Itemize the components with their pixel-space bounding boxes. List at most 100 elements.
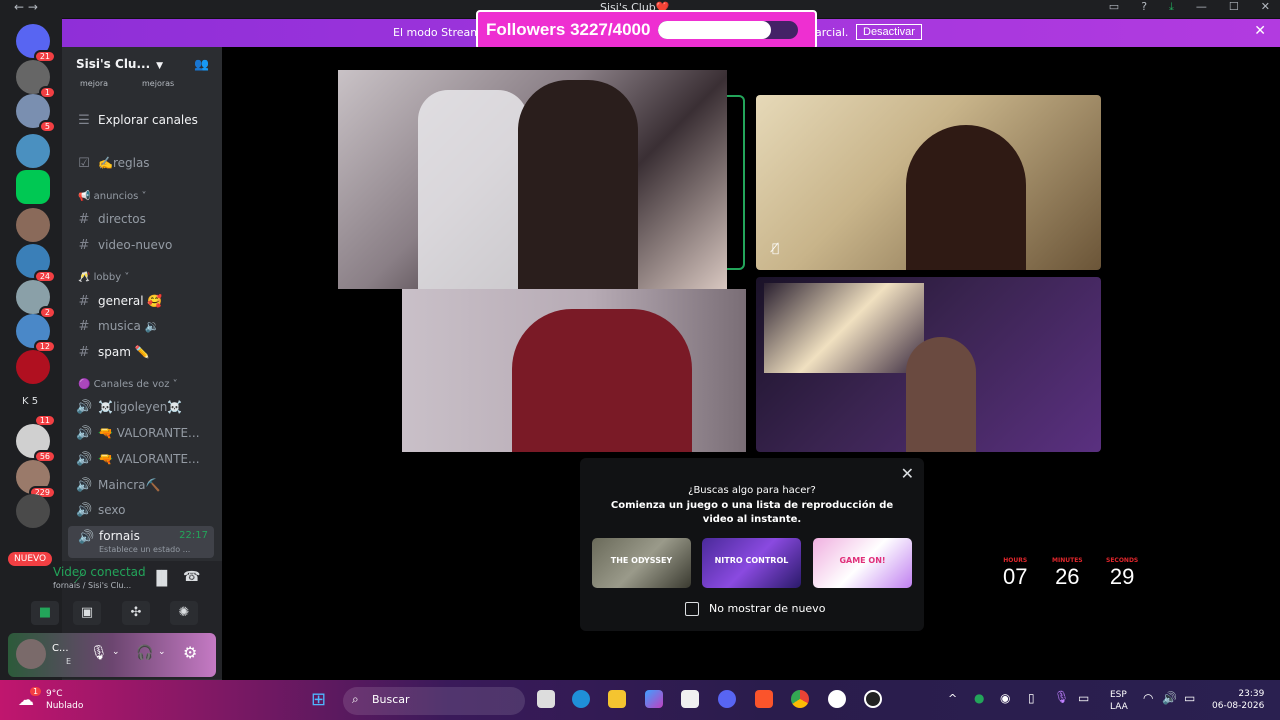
category-voice[interactable]: 🟣 Canales de voz ˅	[78, 379, 178, 390]
disconnect-icon[interactable]: ☎	[183, 569, 200, 585]
activities-icon[interactable]: ✣	[122, 601, 150, 625]
voice-channel-item[interactable]: 🔊 🔫 VALORANTE...	[76, 423, 216, 443]
server-name: Sisi's Clu...	[76, 57, 151, 71]
headphones-icon[interactable]: 🎧	[136, 645, 153, 661]
new-badge[interactable]: NUEVO	[8, 552, 53, 566]
taskbar-search[interactable]: ⌕ Buscar	[343, 687, 525, 715]
dont-show-checkbox[interactable]	[685, 602, 699, 616]
server-icon[interactable]: 12	[16, 314, 56, 353]
inbox-icon[interactable]: ▭	[1109, 0, 1119, 14]
voice-channel-item[interactable]: 🔊 sexo	[76, 500, 216, 520]
file-explorer-icon[interactable]	[608, 690, 626, 708]
window-controls: ▭ ? ⤓ — ☐ ✕	[1109, 0, 1270, 14]
camera-icon[interactable]: ■	[31, 601, 59, 625]
chevron-up-icon[interactable]: ^	[948, 692, 957, 705]
activity-suggestion-popup: ✕ ¿Buscas algo para hacer? Comienza un j…	[580, 458, 924, 631]
minimize-button[interactable]: —	[1196, 0, 1207, 14]
channel-item[interactable]: # video-nuevo	[76, 235, 216, 255]
settings-gear-icon[interactable]: ⚙	[183, 643, 197, 662]
avatar[interactable]	[16, 639, 46, 669]
chrome-icon[interactable]	[791, 690, 809, 708]
video-tile[interactable]: 🎙̸	[756, 95, 1101, 270]
close-icon[interactable]: ✕	[901, 464, 914, 483]
server-icon[interactable]: 24	[16, 244, 56, 283]
battery-icon[interactable]: ▯	[1028, 691, 1035, 705]
speaker-icon: 🔊	[76, 451, 93, 467]
server-icon[interactable]	[16, 208, 50, 242]
voice-channel-item[interactable]: 🔊 🔫 VALORANTE...	[76, 449, 216, 469]
channel-item[interactable]: # general 🥰	[76, 291, 216, 311]
banner-text-left: El modo Stream	[393, 26, 481, 39]
screen-share-icon[interactable]: ▣	[73, 601, 101, 625]
wifi-icon[interactable]: ◠	[1143, 691, 1153, 705]
server-icon[interactable]: K 5 11	[16, 388, 56, 427]
video-tile[interactable]	[402, 289, 746, 452]
copilot-icon[interactable]	[645, 690, 663, 708]
microphone-icon[interactable]: 🎙	[1054, 690, 1069, 704]
game-title: GAME ON!	[839, 556, 886, 565]
battery-icon[interactable]: ▭	[1184, 691, 1195, 705]
obs-icon[interactable]	[864, 690, 882, 708]
server-icon[interactable]	[16, 494, 50, 528]
category-anuncios[interactable]: 📢 anuncios ˅	[78, 191, 147, 202]
maximize-button[interactable]: ☐	[1229, 0, 1239, 14]
tray-app-icon[interactable]: ▭	[1078, 691, 1089, 705]
voice-channel-label: 🔫 VALORANTE...	[98, 426, 200, 440]
server-icon[interactable]: 56	[16, 424, 56, 463]
close-window-button[interactable]: ✕	[1261, 0, 1270, 14]
app-icon[interactable]	[828, 690, 846, 708]
kick-server-icon[interactable]	[16, 170, 50, 204]
close-icon[interactable]: ✕	[1254, 23, 1266, 39]
system-clock[interactable]: 23:39 06-08-2026	[1212, 688, 1264, 712]
download-icon[interactable]: ⤓	[1169, 0, 1174, 14]
volume-icon[interactable]: 🔊	[1162, 691, 1177, 705]
add-member-icon[interactable]: 👥	[194, 57, 209, 71]
video-tile[interactable]	[338, 70, 727, 289]
video-tile[interactable]	[756, 277, 1101, 452]
channel-item[interactable]: # spam ✏️	[76, 342, 216, 362]
search-icon: ⌕	[352, 692, 359, 706]
channel-item[interactable]: ☑ ✍️reglas	[76, 153, 216, 173]
server-badge: 5	[38, 120, 56, 133]
game-card[interactable]: THE ODYSSEY	[592, 538, 691, 588]
deactivate-button[interactable]: Desactivar	[856, 24, 922, 40]
brave-icon[interactable]	[755, 690, 773, 708]
server-icon[interactable]: 5	[16, 94, 56, 133]
help-icon[interactable]: ?	[1141, 0, 1147, 14]
user-status: E	[66, 657, 72, 666]
game-card[interactable]: GAME ON!	[813, 538, 912, 588]
category-lobby[interactable]: 🥂 lobby ˅	[78, 272, 129, 283]
store-icon[interactable]	[681, 690, 699, 708]
discord-home-icon[interactable]: 21	[16, 24, 56, 63]
task-view-icon[interactable]	[537, 690, 555, 708]
channel-item[interactable]: # directos	[76, 209, 216, 229]
tray-app-icon[interactable]: ●	[974, 691, 984, 705]
server-icon[interactable]	[16, 134, 50, 168]
noise-suppression-icon[interactable]: ▐▌	[151, 571, 173, 587]
windows-start-icon[interactable]: ⊞	[311, 689, 326, 710]
microphone-icon[interactable]: 🎙	[90, 645, 108, 661]
server-icon[interactable]: 229	[16, 460, 56, 499]
discord-icon[interactable]	[718, 690, 736, 708]
server-icon[interactable]: 1	[16, 60, 56, 99]
chevron-down-icon[interactable]: ⌄	[158, 647, 166, 657]
server-icon[interactable]	[16, 350, 50, 384]
channel-item[interactable]: # musica 🔉	[76, 316, 216, 336]
language-indicator[interactable]: ESP LAA	[1110, 689, 1128, 713]
connection-subtitle: fornais / Sisi's Clu...	[53, 581, 132, 590]
voice-channel-label: sexo	[98, 503, 126, 517]
edge-icon[interactable]	[572, 690, 590, 708]
server-icon[interactable]: 2	[16, 280, 56, 319]
soundboard-icon[interactable]: ✺	[170, 601, 198, 625]
server-name-header[interactable]: Sisi's Clu... ▼	[76, 57, 163, 71]
back-forward-arrows[interactable]: ← →	[14, 0, 38, 14]
voice-channel-label: 🔫 VALORANTE...	[98, 452, 200, 466]
explore-channels[interactable]: ☰ Explorar canales	[76, 110, 216, 130]
chevron-down-icon[interactable]: ⌄	[112, 647, 120, 657]
active-voice-channel[interactable]: 🔊 fornais 22:17 Establece un estado ...	[68, 526, 214, 558]
weather-widget[interactable]: 9°C Nublado	[46, 688, 83, 712]
voice-channel-item[interactable]: 🔊 Maincra⛏️	[76, 475, 216, 495]
tray-app-icon[interactable]: ◉	[1000, 691, 1010, 705]
game-card[interactable]: NITRO CONTROL	[702, 538, 801, 588]
voice-channel-item[interactable]: 🔊 ☠️ligoleyen☠️	[76, 397, 216, 417]
